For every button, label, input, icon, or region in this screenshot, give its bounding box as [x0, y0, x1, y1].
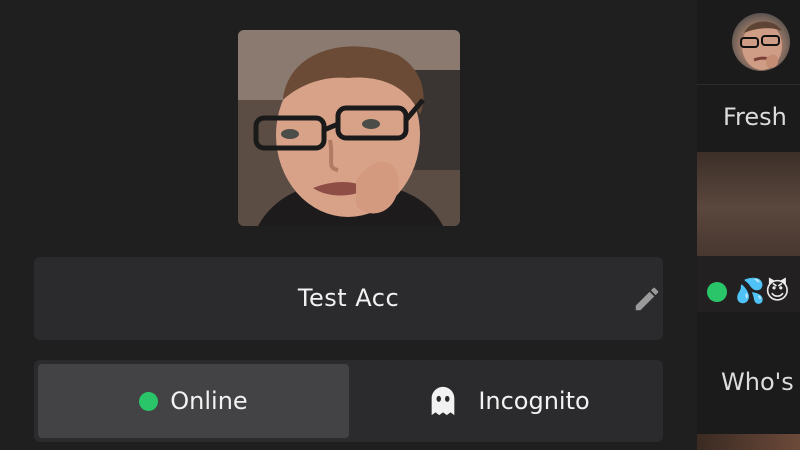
status-incognito-button[interactable]: Incognito [358, 364, 658, 438]
status-incognito-label: Incognito [478, 387, 590, 415]
status-selector: Online Incognito [34, 360, 663, 442]
profile-panel: Test Acc Online Incognito [0, 0, 697, 450]
thumbnail-emoji: 💦😈 [735, 277, 790, 305]
sidebar-divider [697, 84, 800, 85]
avatar-photo-icon [740, 21, 782, 70]
who-thumbnail[interactable] [697, 434, 800, 450]
online-dot-icon [139, 391, 159, 411]
right-sidebar: Fresh 💦😈 Who's [697, 0, 800, 450]
avatar-photo-icon [238, 30, 460, 226]
section-title-fresh: Fresh [723, 103, 787, 131]
name-card: Test Acc [34, 257, 663, 340]
edit-name-button[interactable] [632, 284, 662, 314]
ghost-icon [431, 386, 455, 416]
section-title-who: Who's [721, 368, 794, 396]
app-root: Test Acc Online Incognito Fresh 💦😈 Who's [0, 0, 800, 450]
user-avatar-small[interactable] [732, 13, 790, 71]
status-online-button[interactable]: Online [38, 364, 349, 438]
fresh-thumbnail[interactable]: 💦😈 [697, 152, 800, 312]
profile-avatar[interactable] [238, 30, 460, 226]
pencil-icon [635, 287, 659, 311]
online-dot-icon [707, 282, 727, 302]
status-online-label: Online [170, 387, 248, 415]
display-name: Test Acc [297, 284, 400, 312]
